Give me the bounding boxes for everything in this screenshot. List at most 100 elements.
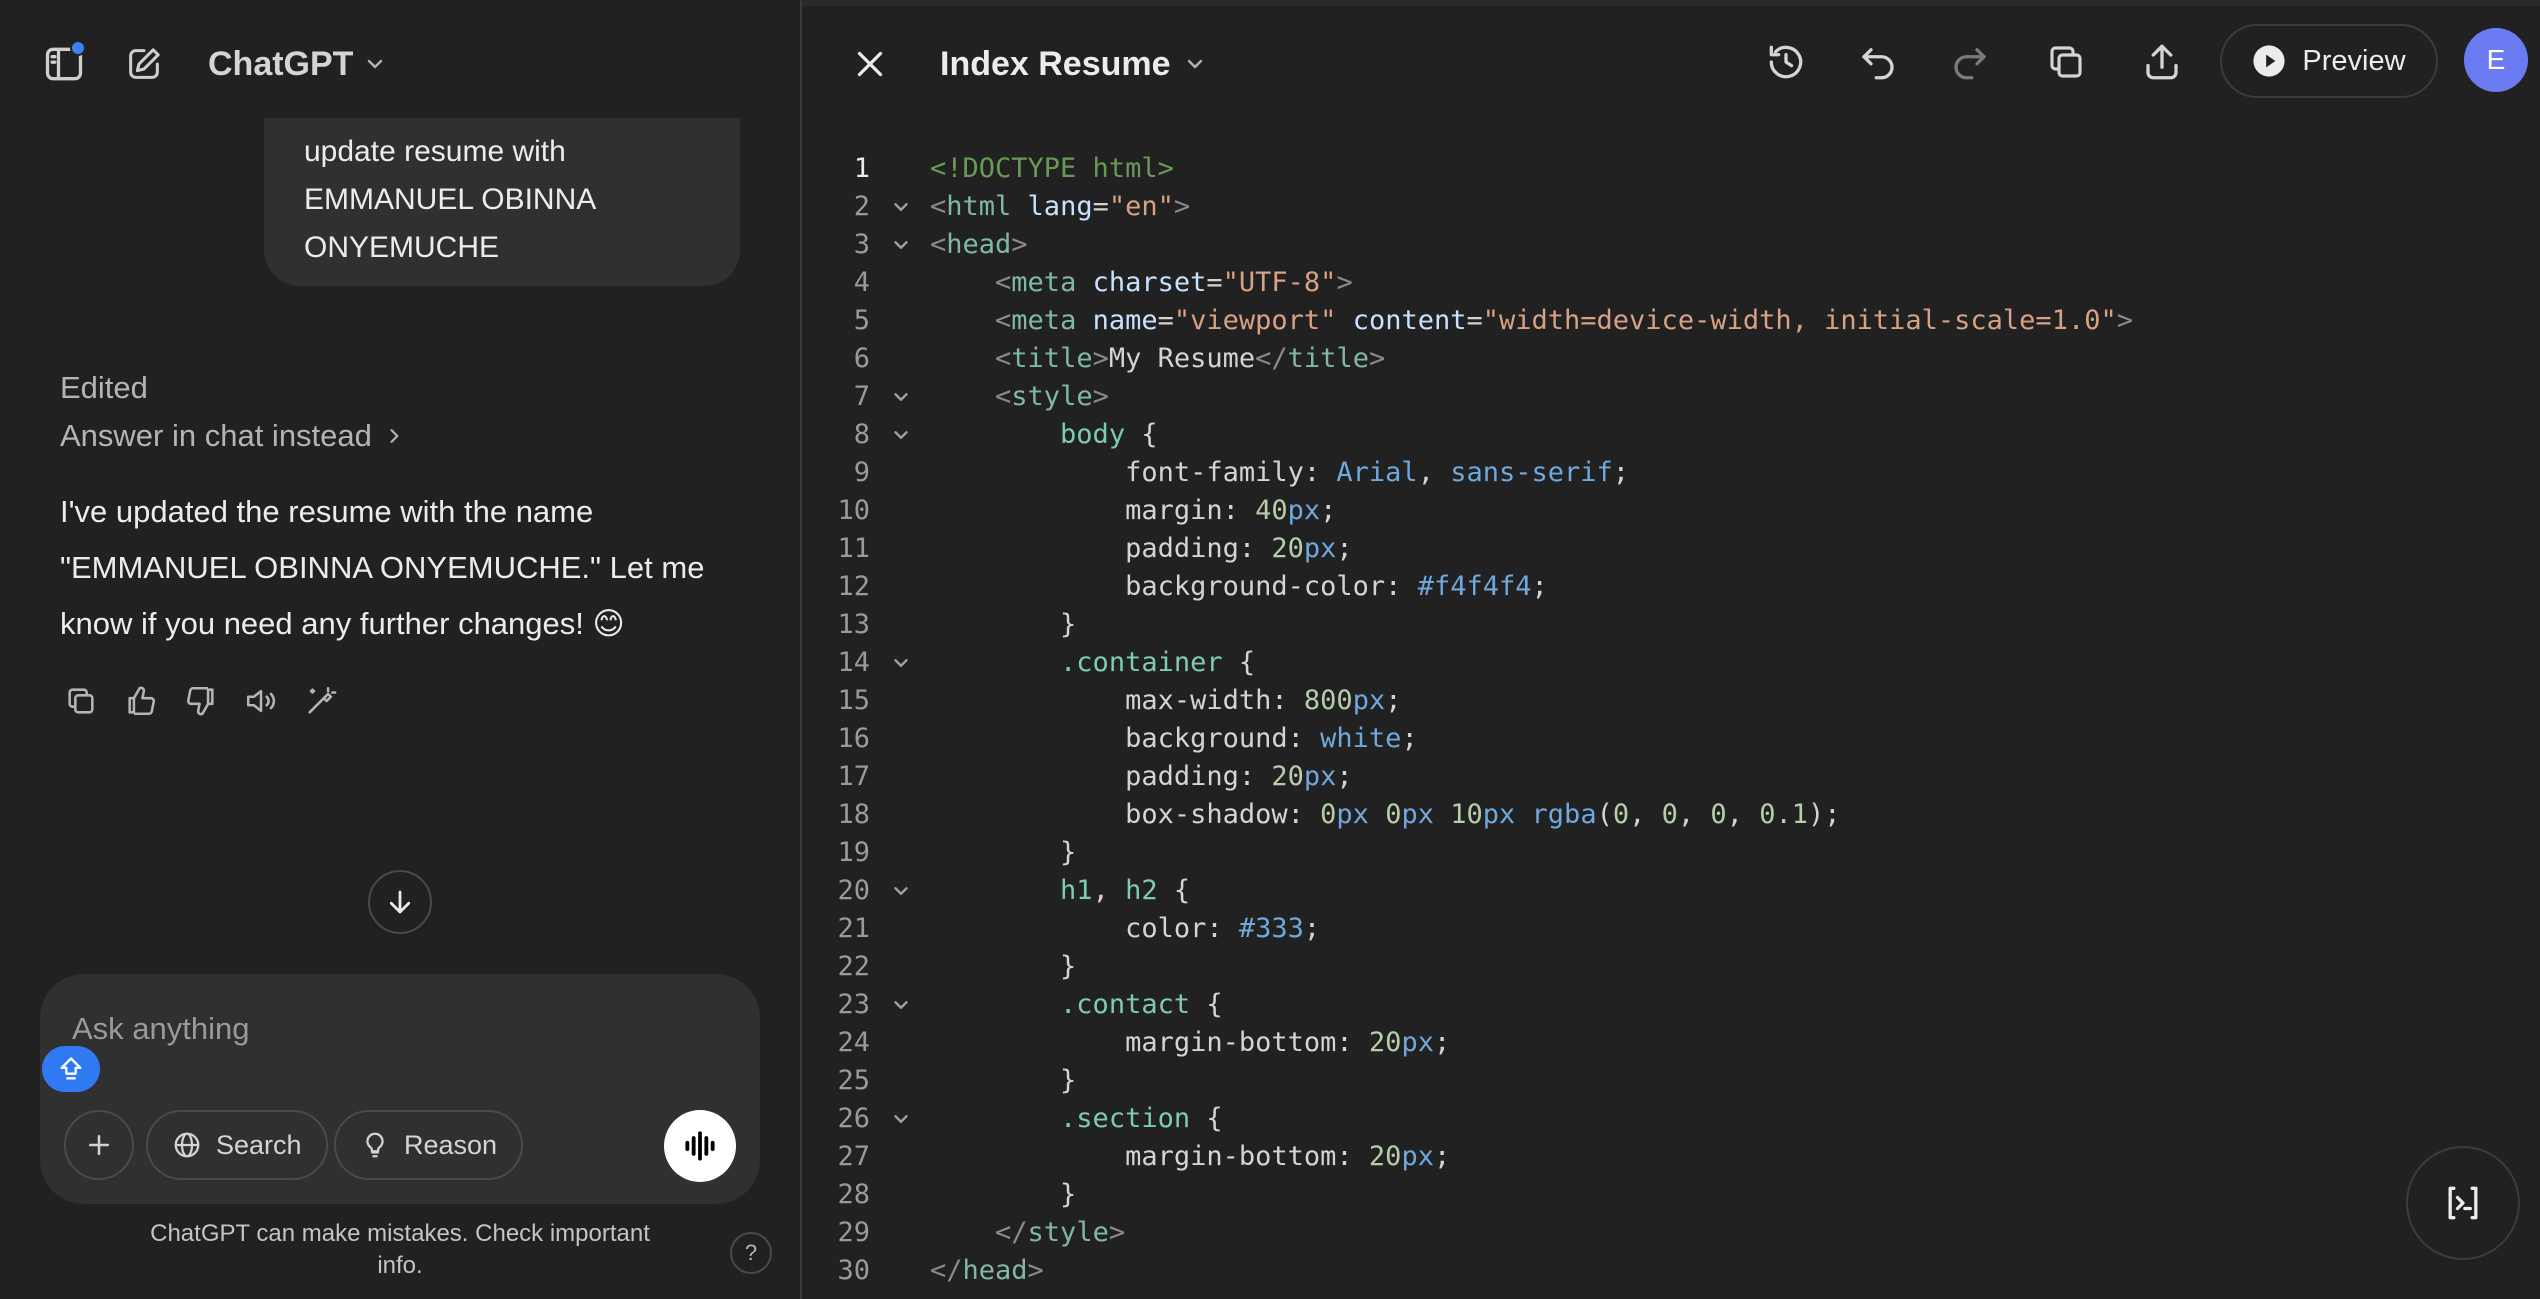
line-number: 11 (837, 533, 870, 564)
scroll-to-bottom-button[interactable] (368, 870, 432, 934)
document-title[interactable]: Index Resume (940, 36, 1207, 92)
code-line[interactable]: 7 <style> (802, 378, 2540, 416)
answer-in-chat-label: Answer in chat instead (60, 418, 372, 453)
code-token: ; (1612, 457, 1630, 488)
code-line[interactable]: 4 <meta charset="UTF-8"> (802, 264, 2540, 302)
share-button[interactable] (2132, 32, 2192, 92)
prompt-input[interactable] (72, 1004, 732, 1054)
code-line[interactable]: 1 <!DOCTYPE html> (802, 150, 2540, 188)
help-button[interactable]: ? (730, 1232, 772, 1274)
code-token: } (1060, 609, 1077, 640)
code-line[interactable]: 5 <meta name="viewport" content="width=d… (802, 302, 2540, 340)
voice-mode-button[interactable] (664, 1110, 736, 1182)
code-line[interactable]: 25 } (802, 1062, 2540, 1100)
thumbs-down-button[interactable] (180, 680, 222, 722)
code-text: <head> (930, 226, 1028, 264)
code-line[interactable]: 23 .contact { (802, 986, 2540, 1024)
code-line[interactable]: 12 background-color: #f4f4f4; (802, 568, 2540, 606)
code-line[interactable]: 16 background: white; (802, 720, 2540, 758)
search-button[interactable]: Search (146, 1110, 328, 1180)
answer-in-chat-link[interactable]: Answer in chat instead (60, 418, 404, 454)
code-text: } (930, 948, 1076, 986)
fold-chevron-icon[interactable] (888, 986, 914, 1024)
new-chat-button[interactable] (116, 36, 172, 92)
code-line[interactable]: 29 </style> (802, 1214, 2540, 1252)
reason-button[interactable]: Reason (334, 1110, 524, 1180)
attach-button[interactable] (64, 1110, 134, 1180)
shift-badge[interactable] (42, 1046, 100, 1092)
user-avatar[interactable]: E (2464, 28, 2528, 92)
code-line[interactable]: 30 </head> (802, 1252, 2540, 1290)
code-line[interactable]: 13 } (802, 606, 2540, 644)
edit-in-canvas-button[interactable] (300, 680, 342, 722)
preview-button[interactable]: Preview (2220, 24, 2438, 98)
arrow-down-icon (389, 890, 411, 914)
code-line[interactable]: 14 .container { (802, 644, 2540, 682)
code-token: .contact (1060, 989, 1191, 1020)
fold-chevron-icon[interactable] (888, 378, 914, 416)
code-line[interactable]: 9 font-family: Arial, sans-serif; (802, 454, 2540, 492)
code-line[interactable]: 6 <title>My Resume</title> (802, 340, 2540, 378)
code-line[interactable]: 24 margin-bottom: 20px; (802, 1024, 2540, 1062)
composer: Search Reason (40, 974, 760, 1204)
code-token: 800 (1303, 685, 1353, 716)
fold-chevron-icon[interactable] (888, 226, 914, 264)
code-token: 0 (1710, 799, 1727, 830)
code-line[interactable]: 2 <html lang="en"> (802, 188, 2540, 226)
undo-button[interactable] (1848, 32, 1908, 92)
code-line[interactable]: 3 <head> (802, 226, 2540, 264)
copy-code-button[interactable] (2036, 32, 2096, 92)
code-line[interactable]: 11 padding: 20px; (802, 530, 2540, 568)
line-number: 15 (837, 685, 870, 716)
code-token: px (1303, 533, 1337, 564)
code-line[interactable]: 8 body { (802, 416, 2540, 454)
code-line[interactable]: 22 } (802, 948, 2540, 986)
code-token: } (1060, 951, 1077, 982)
code-token: max-width (1125, 685, 1272, 716)
thumbs-up-button[interactable] (120, 680, 162, 722)
message-actions (60, 680, 342, 722)
code-line[interactable]: 27 margin-bottom: 20px; (802, 1138, 2540, 1176)
model-selector[interactable]: ChatGPT (208, 36, 387, 92)
fold-chevron-icon[interactable] (888, 872, 914, 910)
code-line[interactable]: 20 h1, h2 { (802, 872, 2540, 910)
code-line[interactable]: 18 box-shadow: 0px 0px 10px rgba(0, 0, 0… (802, 796, 2540, 834)
sidebar-toggle-button[interactable] (36, 36, 92, 92)
copy-message-button[interactable] (60, 680, 102, 722)
code-token: : (1385, 571, 1418, 602)
code-text: color: #333; (930, 910, 1320, 948)
code-line[interactable]: 15 max-width: 800px; (802, 682, 2540, 720)
code-token: ; (1401, 723, 1418, 754)
canvas-panel: Index Resume Preview E 1 <!DOCTYPE html> 2… (802, 0, 2540, 1299)
fold-chevron-icon[interactable] (888, 416, 914, 454)
redo-button[interactable] (1940, 32, 2000, 92)
code-token: : (1336, 1027, 1369, 1058)
code-line[interactable]: 28 } (802, 1176, 2540, 1214)
code-line[interactable]: 10 margin: 40px; (802, 492, 2540, 530)
close-canvas-button[interactable] (842, 36, 898, 92)
code-line[interactable]: 17 padding: 20px; (802, 758, 2540, 796)
version-history-button[interactable] (1756, 32, 1816, 92)
model-name: ChatGPT (208, 44, 354, 83)
code-line[interactable]: 21 color: #333; (802, 910, 2540, 948)
fold-chevron-icon[interactable] (888, 644, 914, 682)
code-token: px (1287, 495, 1321, 526)
code-token: 0 (1385, 799, 1402, 830)
code-line[interactable]: 19 } (802, 834, 2540, 872)
code-editor[interactable]: 1 <!DOCTYPE html> 2 <html lang="en"> 3 <head>… (802, 150, 2540, 1299)
code-token: </ (930, 1255, 963, 1286)
shift-arrow-icon (60, 1057, 82, 1080)
fold-chevron-icon[interactable] (888, 1100, 914, 1138)
chat-header: ChatGPT (0, 0, 800, 120)
run-code-button[interactable] (2406, 1146, 2520, 1260)
fold-chevron-icon[interactable] (888, 188, 914, 226)
assistant-message-line: know if you need any further changes! 😊 (60, 606, 625, 641)
read-aloud-button[interactable] (240, 680, 282, 722)
code-token: < (930, 191, 947, 222)
code-token: style (1027, 1217, 1109, 1248)
code-line[interactable]: 26 .section { (802, 1100, 2540, 1138)
chat-panel: ChatGPT update resume with EMMANUEL OBIN… (0, 0, 800, 1299)
